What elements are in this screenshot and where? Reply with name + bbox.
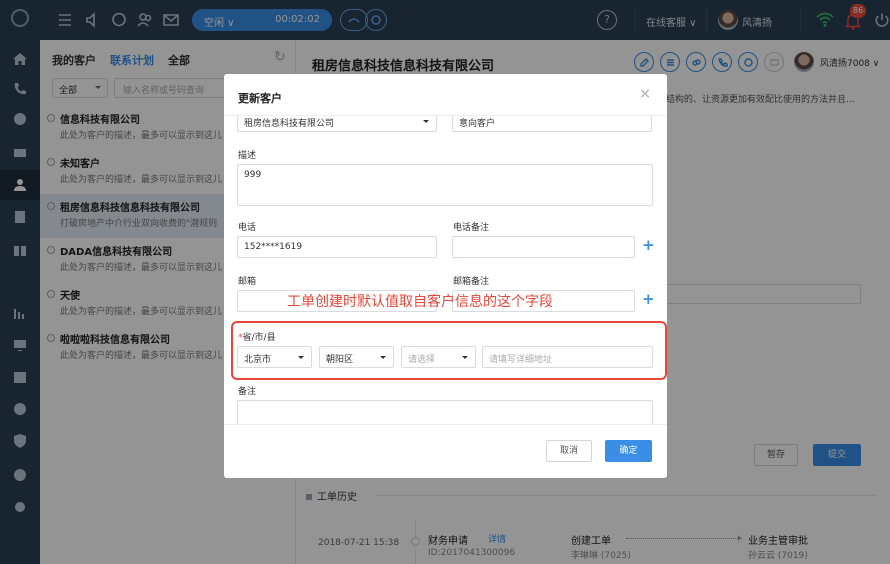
phone-note-label: 电话备注 (453, 223, 490, 233)
company-select[interactable]: 租房信息科技有限公司 (237, 116, 437, 132)
desc-label: 描述 (238, 151, 257, 161)
modal-footer: 取消 确定 (224, 424, 667, 478)
close-icon[interactable]: × (639, 86, 651, 102)
annotation-highlight-box (231, 321, 667, 380)
phone-note-input[interactable] (452, 236, 635, 258)
update-customer-modal: 更新客户 × 租房信息科技有限公司 意向客户 描述 999 电话 电话备注 15… (224, 74, 667, 478)
add-phone-icon[interactable]: + (642, 236, 655, 254)
email-label: 邮箱 (238, 277, 257, 287)
customer-type-input[interactable]: 意向客户 (452, 116, 652, 132)
modal-header: 更新客户 × (224, 74, 667, 116)
desc-textarea[interactable]: 999 (237, 164, 653, 206)
cancel-button[interactable]: 取消 (546, 440, 592, 462)
confirm-button[interactable]: 确定 (605, 440, 652, 462)
annotation-text: 工单创建时默认值取自客户信息的这个字段 (287, 294, 553, 310)
phone-input[interactable]: 152****1619 (237, 236, 437, 258)
remark-textarea[interactable] (237, 400, 653, 424)
phone-label: 电话 (238, 223, 257, 233)
remark-label: 备注 (238, 387, 257, 397)
modal-title: 更新客户 (238, 92, 282, 105)
email-note-label: 邮箱备注 (453, 277, 490, 287)
add-email-icon[interactable]: + (642, 290, 655, 308)
